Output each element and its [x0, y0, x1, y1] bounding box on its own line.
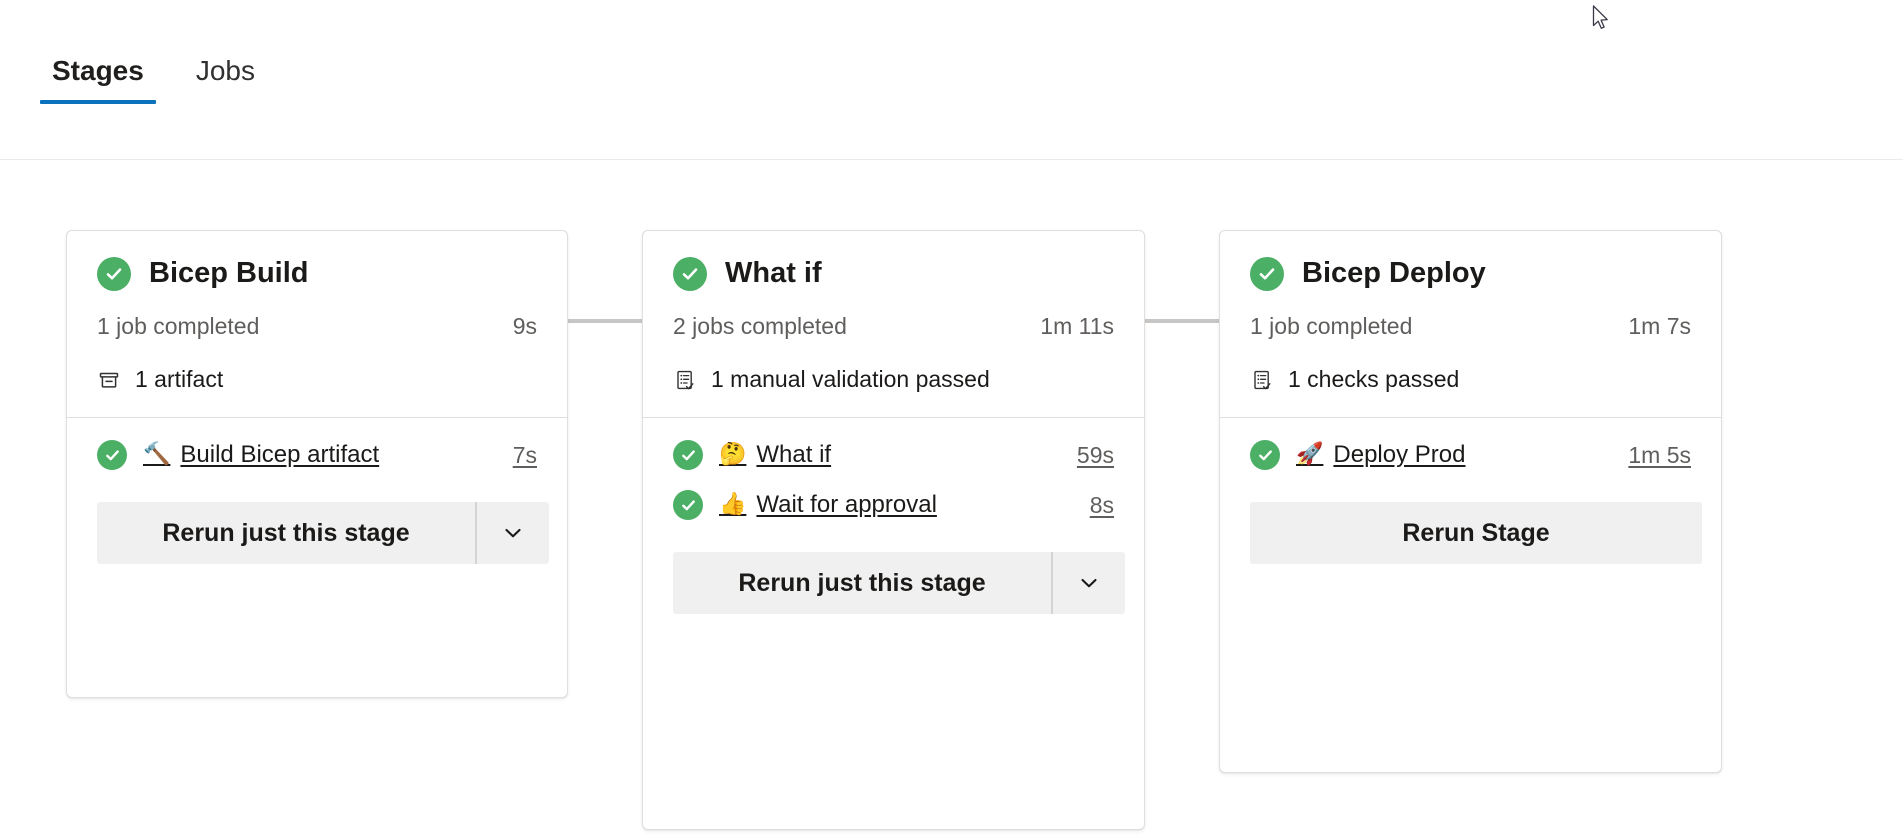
- chevron-down-icon: [1076, 570, 1102, 596]
- stage-summary: 2 jobs completed: [673, 313, 847, 339]
- job-duration[interactable]: 59s: [1077, 442, 1114, 469]
- tab-stages[interactable]: Stages: [38, 50, 158, 104]
- stage-action-area: Rerun Stage: [1220, 490, 1721, 592]
- thinking-face-emoji: 🤔: [719, 442, 747, 467]
- job-row[interactable]: 🤔 What if 59s: [673, 440, 1114, 470]
- stage-summary-row: 2 jobs completed 1m 11s: [673, 313, 1114, 340]
- stage-header: Bicep Build 1 job completed 9s 1 artifac…: [67, 231, 567, 417]
- tab-jobs-label: Jobs: [195, 55, 255, 86]
- job-row[interactable]: 🔨 Build Bicep artifact 7s: [97, 440, 537, 470]
- job-name: Wait for approval: [756, 491, 937, 518]
- stage-name: What if: [725, 257, 822, 290]
- stage-jobs-list: 🔨 Build Bicep artifact 7s: [67, 418, 567, 470]
- stage-checks-label: 1 manual validation passed: [711, 366, 990, 392]
- rerun-stage-button[interactable]: Rerun Stage: [1250, 502, 1702, 564]
- stage-duration: 1m 7s: [1628, 313, 1691, 339]
- stage-checks-label: 1 checks passed: [1288, 366, 1460, 392]
- stage-title-row: Bicep Deploy: [1250, 257, 1691, 291]
- stage-duration: 1m 11s: [1040, 313, 1114, 339]
- job-name: Build Bicep artifact: [180, 441, 380, 468]
- job-row[interactable]: 🚀 Deploy Prod 1m 5s: [1250, 440, 1691, 470]
- stage-header: Bicep Deploy 1 job completed 1m 7s 1 che…: [1220, 231, 1721, 417]
- stage-action-area: Rerun just this stage: [643, 540, 1144, 642]
- stage-summary: 1 job completed: [97, 313, 260, 339]
- job-status-success-icon: [673, 440, 703, 470]
- rerun-options-button[interactable]: [477, 502, 549, 564]
- stage-title-row: Bicep Build: [97, 257, 537, 291]
- rerun-just-this-stage-button[interactable]: Rerun just this stage: [97, 502, 475, 564]
- stage-card-bicep-build[interactable]: Bicep Build 1 job completed 9s 1 artifac…: [66, 230, 568, 698]
- stage-jobs-list: 🤔 What if 59s 👍 Wait for approval 8s: [643, 418, 1144, 520]
- stage-artifact-row[interactable]: 1 artifact: [97, 366, 537, 393]
- stage-summary: 1 job completed: [1250, 313, 1413, 339]
- stage-status-success-icon: [97, 257, 131, 291]
- job-name: Deploy Prod: [1333, 441, 1466, 468]
- job-status-success-icon: [673, 490, 703, 520]
- job-link[interactable]: 👍 Wait for approval: [719, 491, 937, 519]
- job-duration[interactable]: 7s: [513, 442, 537, 469]
- stage-status-success-icon: [673, 257, 707, 291]
- stage-title-row: What if: [673, 257, 1114, 291]
- rerun-options-button[interactable]: [1053, 552, 1125, 614]
- rerun-split-button[interactable]: Rerun just this stage: [673, 552, 1125, 614]
- job-name: What if: [756, 441, 832, 468]
- job-duration[interactable]: 1m 5s: [1628, 442, 1691, 469]
- stage-checks-row[interactable]: 1 checks passed: [1250, 366, 1691, 393]
- stage-connector-1: [568, 319, 643, 323]
- tab-bar: Stages Jobs: [0, 0, 1903, 160]
- job-link[interactable]: 🤔 What if: [719, 441, 831, 469]
- stages-board: Bicep Build 1 job completed 9s 1 artifac…: [0, 160, 1903, 835]
- rerun-split-button[interactable]: Rerun just this stage: [97, 502, 549, 564]
- hammer-emoji: 🔨: [143, 442, 171, 467]
- chevron-down-icon: [500, 520, 526, 546]
- stage-header: What if 2 jobs completed 1m 11s 1 manual…: [643, 231, 1144, 417]
- tab-jobs[interactable]: Jobs: [182, 50, 269, 104]
- stage-status-success-icon: [1250, 257, 1284, 291]
- job-row[interactable]: 👍 Wait for approval 8s: [673, 490, 1114, 520]
- stage-checks-row[interactable]: 1 manual validation passed: [673, 366, 1114, 393]
- stage-connector-2: [1145, 319, 1220, 323]
- tab-stages-label: Stages: [52, 55, 144, 86]
- stage-card-bicep-deploy[interactable]: Bicep Deploy 1 job completed 1m 7s 1 che…: [1219, 230, 1722, 773]
- stage-card-what-if[interactable]: What if 2 jobs completed 1m 11s 1 manual…: [642, 230, 1145, 830]
- pipeline-run-page: Stages Jobs Bicep Build 1 job completed: [0, 0, 1903, 835]
- stage-jobs-list: 🚀 Deploy Prod 1m 5s: [1220, 418, 1721, 470]
- stage-artifact-label: 1 artifact: [135, 366, 224, 392]
- stage-name: Bicep Build: [149, 257, 309, 290]
- job-link[interactable]: 🔨 Build Bicep artifact: [143, 441, 379, 469]
- stage-name: Bicep Deploy: [1302, 257, 1486, 290]
- job-status-success-icon: [1250, 440, 1280, 470]
- checks-icon: [1250, 368, 1274, 392]
- thumbs-up-emoji: 👍: [719, 492, 747, 517]
- rerun-just-this-stage-button[interactable]: Rerun just this stage: [673, 552, 1051, 614]
- stage-summary-row: 1 job completed 9s: [97, 313, 537, 340]
- checks-icon: [673, 368, 697, 392]
- artifact-icon: [97, 368, 121, 392]
- job-status-success-icon: [97, 440, 127, 470]
- rocket-emoji: 🚀: [1296, 442, 1324, 467]
- stage-action-area: Rerun just this stage: [67, 490, 567, 592]
- tab-list: Stages Jobs: [38, 50, 269, 104]
- stage-duration: 9s: [512, 313, 537, 339]
- job-link[interactable]: 🚀 Deploy Prod: [1296, 441, 1465, 469]
- stage-summary-row: 1 job completed 1m 7s: [1250, 313, 1691, 340]
- job-duration[interactable]: 8s: [1090, 492, 1114, 519]
